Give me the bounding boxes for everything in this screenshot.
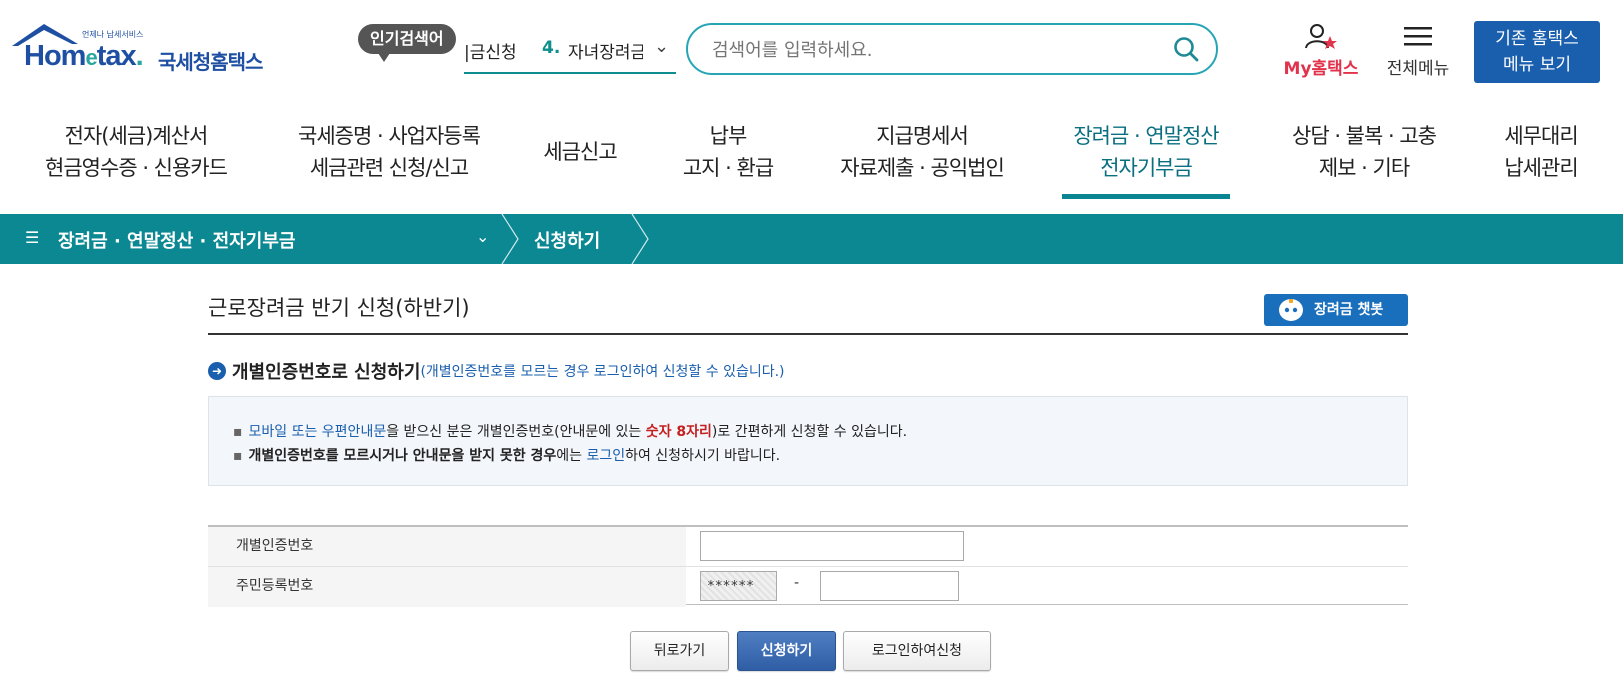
rrn-dash: - — [794, 575, 800, 591]
gnb-item-tax-agent[interactable]: 세무대리 납세관리 — [1486, 120, 1596, 184]
bullet-icon: ▪ — [233, 424, 243, 440]
gnb-item-line2: 제보 · 기타 — [1318, 156, 1410, 180]
search-input[interactable] — [710, 37, 1154, 63]
old-menu-line1: 기존 홈택스 — [1495, 29, 1579, 49]
all-menu-label: 전체메뉴 — [1386, 59, 1450, 79]
notice1-digits: 숫자 8자리 — [645, 424, 712, 440]
breadcrumb-separator-icon — [631, 214, 649, 264]
old-hometax-menu-button[interactable]: 기존 홈택스 메뉴 보기 — [1474, 21, 1600, 83]
back-button[interactable]: 뒤로가기 — [630, 631, 729, 671]
gnb-item-line1: 지급명세서 — [876, 124, 969, 148]
breadcrumb-bar: ☰ 장려금 · 연말정산 · 전자기부금 ⌄ 신청하기 — [0, 214, 1623, 264]
rrn-label: 주민등록번호 — [208, 567, 686, 607]
rrn-back-input[interactable] — [820, 571, 959, 601]
gnb-item-line1: 장려금 · 연말정산 — [1073, 124, 1219, 148]
old-menu-line2: 메뉴 보기 — [1503, 55, 1571, 75]
notice1-text: 을 받으신 분은 개별인증번호(안내문에 있는 — [386, 424, 646, 440]
gnb-item-line1: 세금신고 — [543, 140, 617, 164]
gnb-active-underline — [1062, 194, 1230, 199]
notice2-bold: 개별인증번호를 모르시거나 안내문을 받지 못한 경우 — [248, 448, 557, 464]
form-row-auth-number: 개별인증번호 — [208, 527, 1408, 567]
gnb-item-e-invoice[interactable]: 전자(세금)계산서 현금영수증 · 신용카드 — [36, 120, 236, 184]
logo-korean: 국세청홈택스 — [158, 50, 263, 74]
login-apply-button[interactable]: 로그인하여신청 — [843, 631, 991, 671]
hamburger-icon — [1404, 27, 1432, 46]
user-star-icon — [1305, 24, 1337, 49]
popular-item[interactable]: 자녀장려금 — [568, 38, 643, 63]
gnb-item-line2: 납세관리 — [1504, 156, 1578, 180]
popular-search-ticker[interactable]: |금신청 4. 자녀장려금 ⌄ — [464, 38, 676, 74]
gnb-item-line2: 자료제출 · 공익법인 — [840, 156, 1005, 180]
search-box — [686, 23, 1218, 75]
section-title-sub: (개별인증번호를 모르는 경우 로그인하여 신청할 수 있습니다.) — [420, 364, 785, 380]
notice1-tail: )로 간편하게 신청할 수 있습니다. — [711, 424, 908, 440]
gnb-item-line2: 전자기부금 — [1100, 156, 1193, 180]
bullet-icon: ▪ — [233, 448, 243, 464]
popular-rank: 4. — [542, 38, 561, 58]
my-hometax-label: My홈택스 — [1283, 59, 1359, 79]
logo-wordmark: Hometax. — [24, 40, 144, 73]
form-row-rrn: 주민등록번호 - — [208, 566, 1408, 607]
notice-box: ▪ 모바일 또는 우편안내문을 받으신 분은 개별인증번호(안내문에 있는 숫자 … — [208, 396, 1408, 486]
breadcrumb-current[interactable]: 신청하기 — [534, 227, 600, 253]
my-hometax-link[interactable]: My홈택스 — [1276, 22, 1366, 82]
gnb-item-line1: 세무대리 — [1504, 124, 1578, 148]
gnb-item-line1: 국세증명 · 사업자등록 — [298, 124, 481, 148]
gnb-item-incentive[interactable]: 장려금 · 연말정산 전자기부금 — [1056, 120, 1236, 184]
notice2-text: 에는 — [556, 448, 587, 464]
all-menu-button[interactable]: 전체메뉴 — [1378, 22, 1458, 82]
main-navigation: 전자(세금)계산서 현금영수증 · 신용카드 국세증명 · 사업자등록 세금관련… — [0, 120, 1623, 202]
chatbot-button[interactable]: 장려금 챗봇 — [1264, 294, 1408, 326]
auth-form-table: 개별인증번호 주민등록번호 - — [208, 525, 1408, 607]
notice2-login-link[interactable]: 로그인 — [586, 448, 625, 464]
gnb-item-payment[interactable]: 납부 고지 · 환급 — [668, 120, 788, 184]
hometax-logo[interactable]: 언제나 납세서비스 Hometax. 국세청홈택스 — [10, 22, 280, 82]
title-divider — [208, 333, 1408, 335]
logo-wordmark-dot: . — [135, 40, 144, 72]
gnb-item-certificate[interactable]: 국세증명 · 사업자등록 세금관련 신청/신고 — [282, 120, 496, 184]
gnb-item-tax-report[interactable]: 세금신고 — [530, 136, 630, 168]
gnb-item-line1: 납부 — [709, 124, 748, 148]
apply-button[interactable]: 신청하기 — [737, 631, 836, 671]
gnb-item-line1: 상담 · 불복 · 고충 — [1292, 124, 1437, 148]
gnb-item-line2: 세금관련 신청/신고 — [309, 156, 469, 180]
gnb-item-line2: 현금영수증 · 신용카드 — [45, 156, 228, 180]
list-menu-icon[interactable]: ☰ — [25, 228, 39, 247]
notice-line-1: ▪ 모바일 또는 우편안내문을 받으신 분은 개별인증번호(안내문에 있는 숫자 … — [233, 421, 907, 441]
logo-wordmark-e: e — [85, 45, 97, 70]
gnb-item-statement[interactable]: 지급명세서 자료제출 · 공익법인 — [830, 120, 1014, 184]
chevron-down-icon[interactable]: ⌄ — [476, 227, 489, 246]
notice1-highlight: 모바일 또는 우편안내문 — [248, 424, 387, 440]
auth-number-input[interactable] — [700, 531, 964, 561]
popular-prev-item: |금신청 — [464, 43, 517, 63]
gnb-item-line1: 전자(세금)계산서 — [64, 124, 209, 148]
search-icon[interactable] — [1172, 35, 1200, 63]
breadcrumb-separator-icon — [501, 214, 519, 264]
notice-line-2: ▪ 개별인증번호를 모르시거나 안내문을 받지 못한 경우에는 로그인하여 신청하… — [233, 445, 780, 465]
arrow-right-circle-icon: ➜ — [208, 362, 226, 380]
breadcrumb-category[interactable]: 장려금 · 연말정산 · 전자기부금 — [58, 227, 295, 253]
gnb-item-consult[interactable]: 상담 · 불복 · 고충 제보 · 기타 — [1276, 120, 1452, 184]
popular-search-badge: 인기검색어 — [358, 24, 456, 62]
logo-wordmark-a: Hom — [24, 40, 86, 72]
gnb-item-line2: 고지 · 환급 — [682, 156, 774, 180]
logo-subtitle: 언제나 납세서비스 — [82, 30, 144, 39]
rrn-front-input[interactable] — [700, 571, 777, 601]
chatbot-icon — [1279, 299, 1303, 321]
site-header: 언제나 납세서비스 Hometax. 국세청홈택스 인기검색어 |금신청 4. … — [0, 0, 1623, 100]
chevron-down-icon[interactable]: ⌄ — [654, 38, 669, 57]
notice2-tail: 하여 신청하시기 바랍니다. — [625, 448, 781, 464]
page-title: 근로장려금 반기 신청(하반기) — [208, 296, 470, 320]
chatbot-label: 장려금 챗봇 — [1314, 302, 1384, 318]
section-title-main: 개별인증번호로 신청하기 — [232, 362, 421, 383]
logo-wordmark-b: tax — [96, 40, 137, 72]
auth-number-label: 개별인증번호 — [208, 527, 686, 567]
section-title: ➜ 개별인증번호로 신청하기(개별인증번호를 모르는 경우 로그인하여 신청할 수… — [208, 358, 785, 384]
